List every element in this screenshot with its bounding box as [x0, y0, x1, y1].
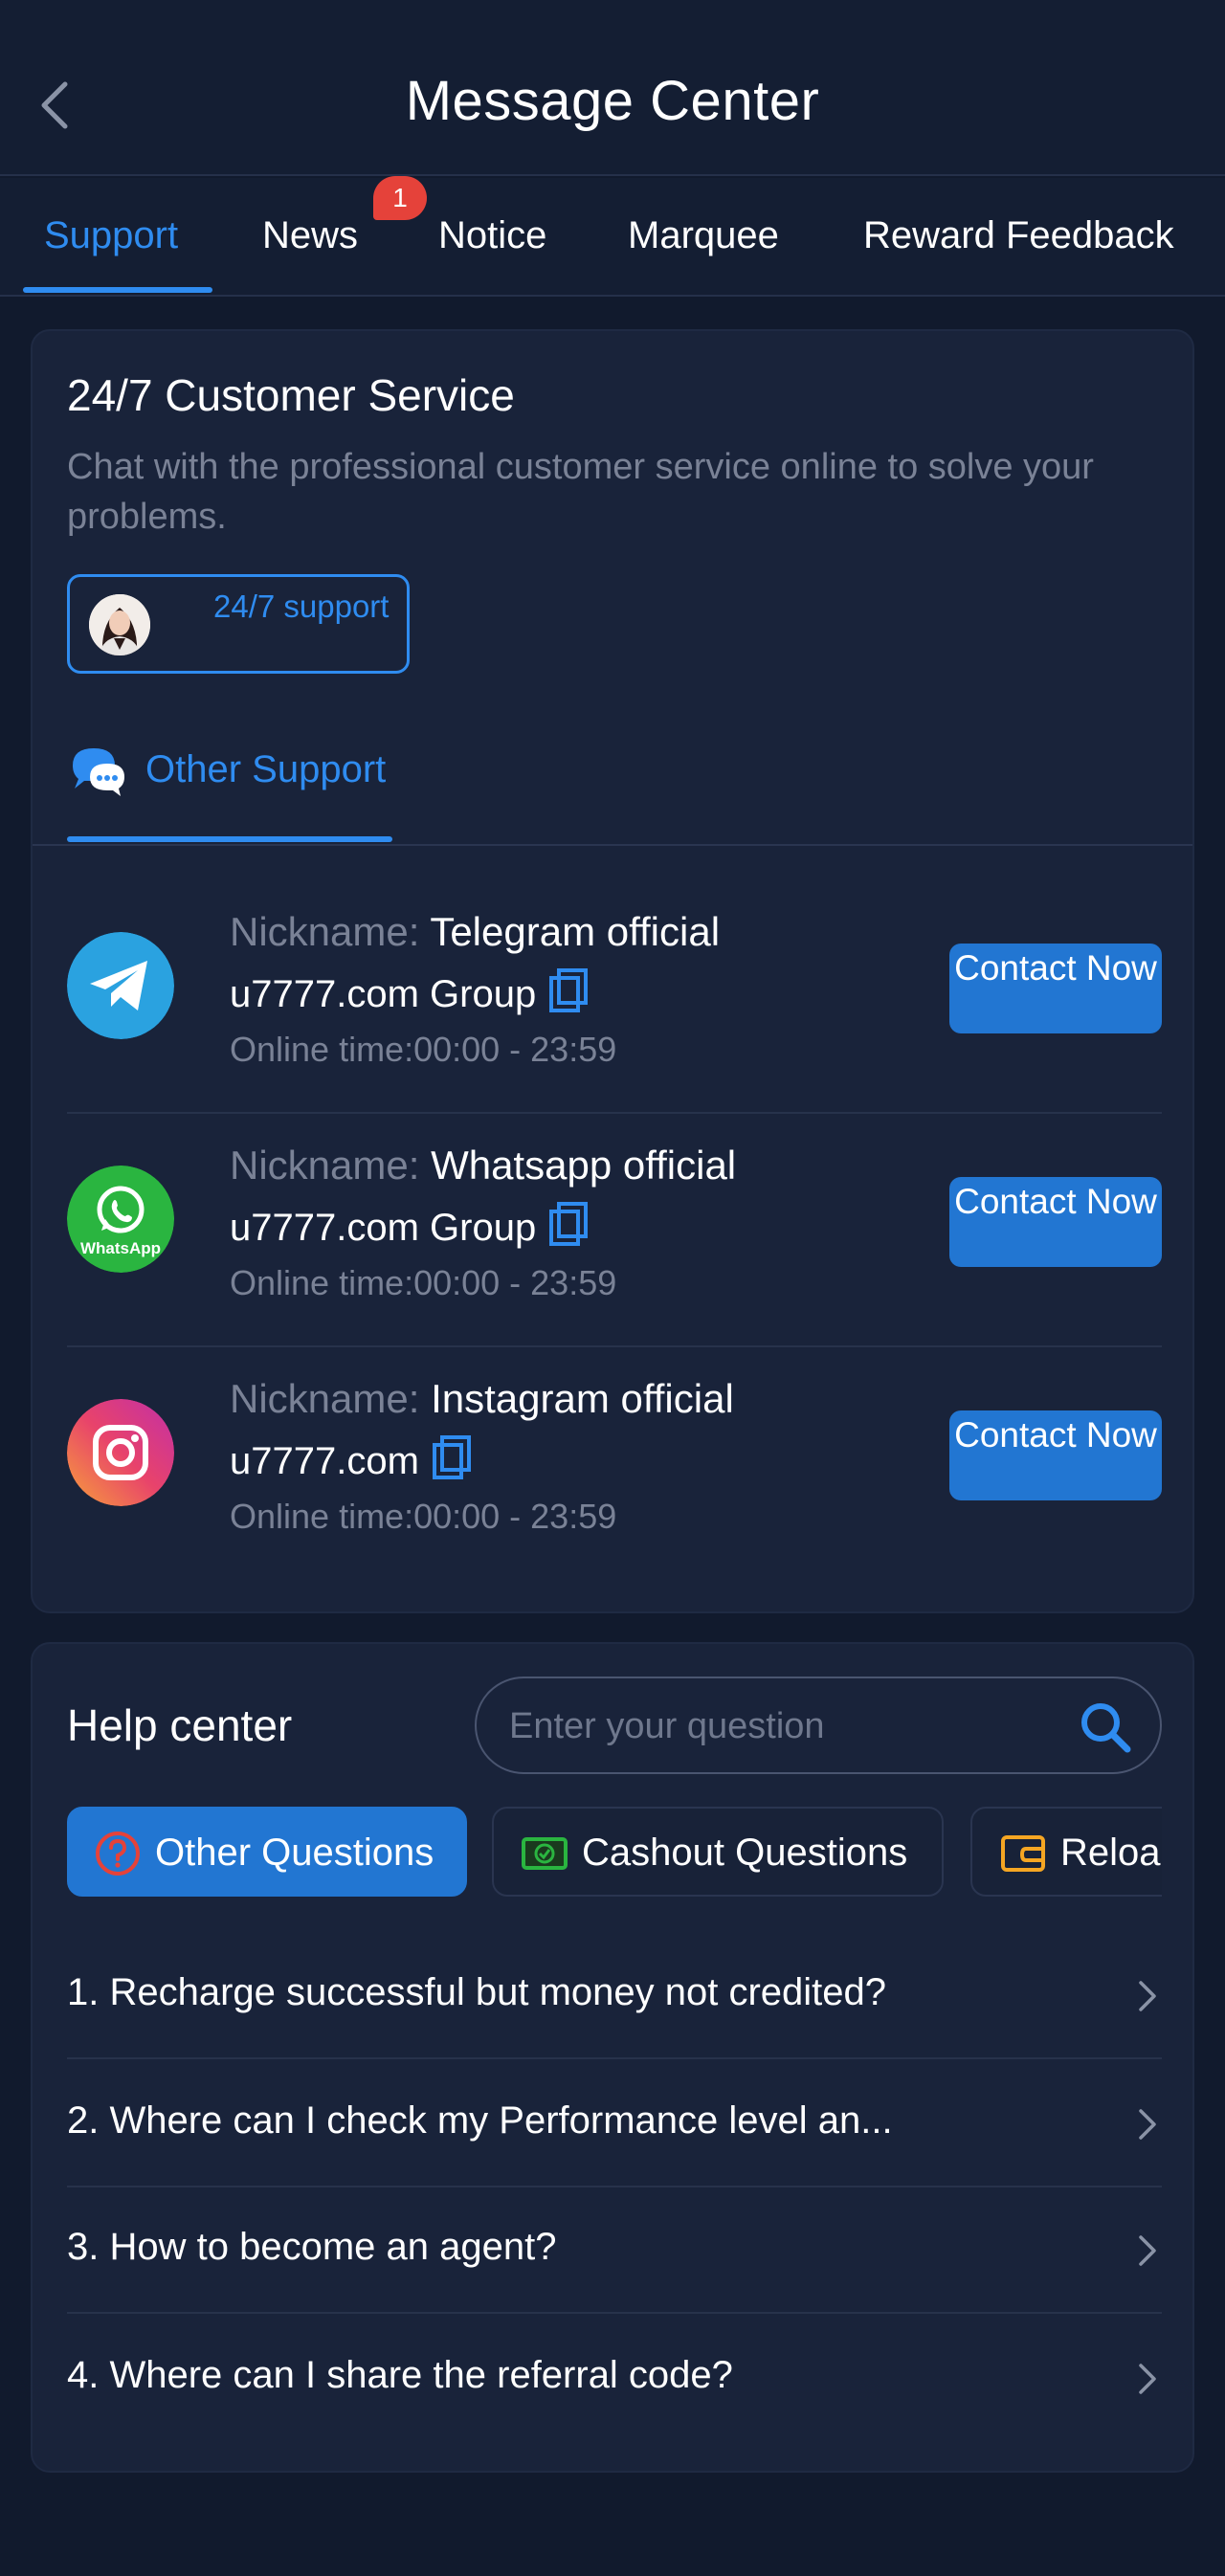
tab-news[interactable]: News	[262, 214, 358, 257]
search-box	[475, 1677, 1162, 1774]
copy-icon[interactable]	[432, 1435, 471, 1479]
faq-item[interactable]: 4. Where can I share the referral code?	[67, 2314, 1162, 2442]
telegram-icon	[67, 932, 174, 1039]
contact-nickname: Nickname: Instagram official	[230, 1376, 734, 1421]
faq-item[interactable]: 2. Where can I check my Performance leve…	[67, 2059, 1162, 2187]
contact-now-button[interactable]: Contact Now	[949, 1410, 1162, 1500]
contact-account: u7777.com	[230, 1435, 471, 1483]
active-tab-indicator	[23, 287, 212, 293]
faq-question: 2. Where can I check my Performance leve…	[67, 2099, 893, 2142]
contact-now-button[interactable]: Contact Now	[949, 944, 1162, 1033]
wallet-icon	[1001, 1835, 1045, 1872]
agent-avatar	[89, 594, 150, 655]
svg-text:WhatsApp: WhatsApp	[80, 1239, 161, 1257]
other-support-label: Other Support	[145, 748, 387, 790]
contact-row-telegram: Nickname: Telegram official u7777.com Gr…	[67, 880, 1162, 1114]
category-reload[interactable]: Reload	[970, 1807, 1162, 1897]
category-label: Other Questions	[155, 1832, 434, 1874]
customer-service-card: 24/7 Customer Service Chat with the prof…	[31, 329, 1194, 1613]
page-title: Message Center	[405, 70, 820, 132]
news-badge: 1	[373, 176, 427, 220]
contact-now-button[interactable]: Contact Now	[949, 1177, 1162, 1267]
support-24-7-button[interactable]: 24/7 support	[67, 574, 410, 674]
faq-question: 1. Recharge successful but money not cre…	[67, 1971, 887, 2013]
copy-icon[interactable]	[549, 968, 589, 1012]
contact-account: u7777.com Group	[230, 968, 589, 1016]
top-bar: Message Center	[0, 0, 1225, 176]
faq-item[interactable]: 1. Recharge successful but money not cre…	[67, 1931, 1162, 2059]
category-other-questions[interactable]: Other Questions	[67, 1807, 467, 1897]
category-cashout-questions[interactable]: Cashout Questions	[492, 1807, 944, 1897]
contact-online-time: Online time:00:00 - 23:59	[230, 1497, 617, 1536]
customer-service-title: 24/7 Customer Service	[67, 370, 515, 420]
contact-online-time: Online time:00:00 - 23:59	[230, 1263, 617, 1302]
question-circle-icon	[96, 1832, 140, 1876]
contact-row-whatsapp: WhatsApp Nickname: Whatsapp official u77…	[67, 1114, 1162, 1347]
tab-reward-feedback[interactable]: Reward Feedback	[863, 214, 1174, 257]
tab-bar: Support News Notice Marquee Reward Feedb…	[0, 178, 1225, 297]
tab-notice[interactable]: Notice	[438, 214, 546, 257]
help-center-title: Help center	[67, 1700, 293, 1750]
category-label: Reload	[1060, 1832, 1162, 1874]
chevron-right-icon	[1139, 2109, 1156, 2140]
copy-icon[interactable]	[549, 1202, 589, 1246]
help-center-card: Help center Other Questions Cashout Ques…	[31, 1642, 1194, 2473]
divider	[33, 844, 1192, 846]
support-button-label: 24/7 support	[213, 588, 390, 624]
faq-item[interactable]: 3. How to become an agent?	[67, 2186, 1162, 2314]
other-support-indicator	[67, 836, 392, 842]
question-category-strip: Other Questions Cashout Questions Reload	[67, 1807, 1162, 1899]
category-label: Cashout Questions	[582, 1832, 908, 1874]
search-icon[interactable]	[1080, 1701, 1131, 1753]
contact-online-time: Online time:00:00 - 23:59	[230, 1030, 617, 1069]
contact-account: u7777.com Group	[230, 1202, 589, 1250]
faq-question: 4. Where can I share the referral code?	[67, 2354, 733, 2396]
whatsapp-icon: WhatsApp	[67, 1166, 174, 1273]
search-input[interactable]	[509, 1699, 1045, 1753]
tab-support[interactable]: Support	[44, 214, 178, 257]
contact-row-instagram: Nickname: Instagram official u7777.com O…	[67, 1347, 1162, 1581]
instagram-icon	[67, 1399, 174, 1506]
contact-nickname: Nickname: Telegram official	[230, 909, 721, 954]
contact-nickname: Nickname: Whatsapp official	[230, 1143, 737, 1188]
chevron-right-icon	[1139, 2235, 1156, 2266]
customer-service-description: Chat with the professional customer serv…	[67, 447, 1094, 537]
faq-question: 3. How to become an agent?	[67, 2226, 557, 2268]
chat-bubbles-icon	[73, 748, 124, 796]
chevron-right-icon	[1139, 1981, 1156, 2011]
cash-icon	[522, 1837, 568, 1870]
tab-marquee[interactable]: Marquee	[628, 214, 779, 257]
chevron-right-icon	[1139, 2364, 1156, 2394]
